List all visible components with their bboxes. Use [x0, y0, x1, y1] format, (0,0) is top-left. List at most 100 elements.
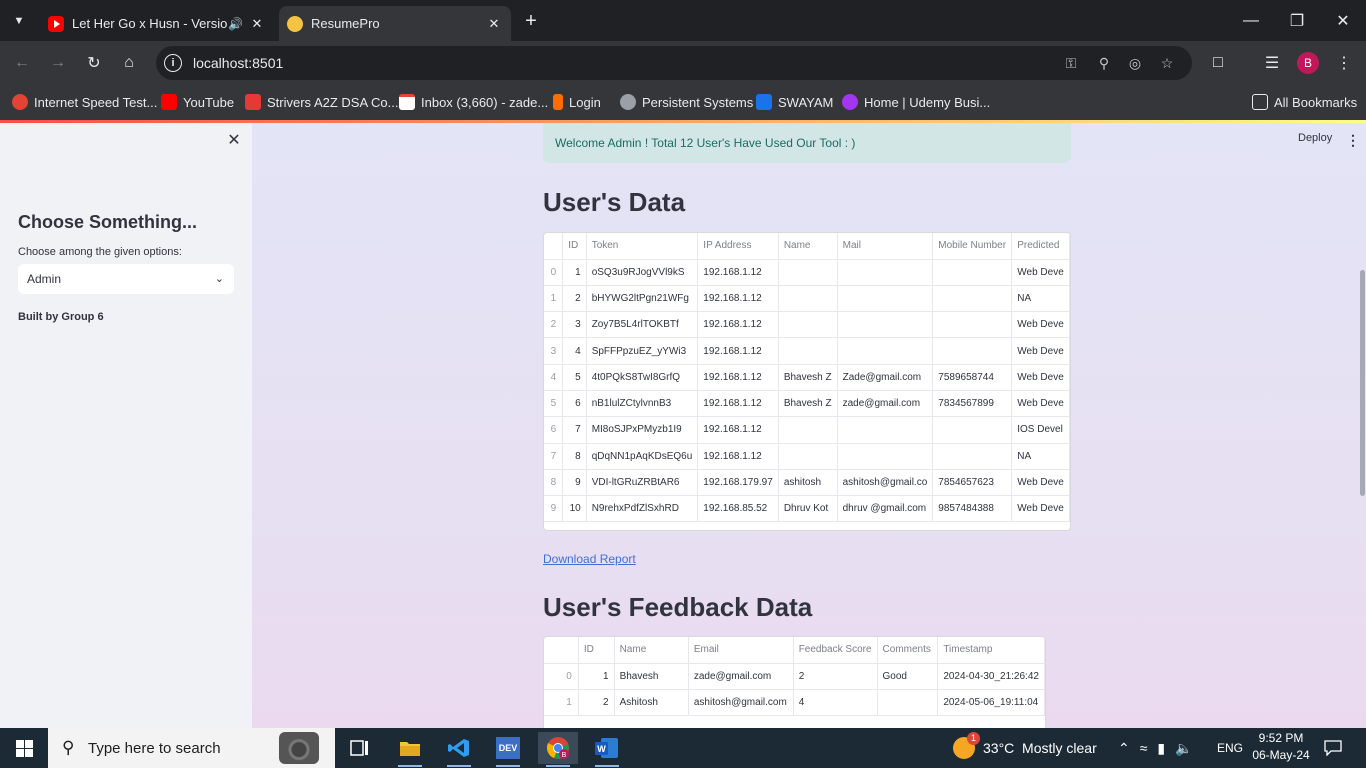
tracking-eye-icon[interactable]: ◎ — [1124, 52, 1146, 74]
row-index[interactable]: 7 — [544, 443, 564, 470]
row-index[interactable]: 6 — [544, 416, 564, 444]
main-menu-icon[interactable]: ⋮ — [1346, 132, 1360, 149]
table-cell[interactable]: NA — [1011, 285, 1070, 313]
table-cell[interactable]: Bhavesh Z — [778, 364, 838, 391]
new-tab-button[interactable]: + — [519, 9, 543, 33]
table-cell[interactable]: Web Deve — [1011, 364, 1070, 391]
battery-icon[interactable]: ▮ — [1157, 740, 1165, 757]
table-cell[interactable] — [932, 416, 1013, 444]
extensions-icon[interactable]: □ — [1204, 49, 1232, 77]
table-cell[interactable]: 192.168.1.12 — [697, 285, 779, 313]
table-cell[interactable]: 192.168.85.52 — [697, 495, 779, 523]
user-row[interactable]: 0 1 oSQ3u9RJogVVl9kS 192.168.1.12 Web Deve — [544, 259, 1070, 286]
table-cell[interactable]: 192.168.1.12 — [697, 311, 779, 339]
table-cell[interactable]: 7834567899 — [932, 390, 1013, 418]
table-cell[interactable]: 192.168.1.12 — [697, 416, 779, 444]
table-cell[interactable]: Bhavesh Z — [778, 390, 838, 418]
table-cell[interactable]: IOS Devel — [1011, 416, 1070, 444]
wifi-icon[interactable]: ≈ — [1140, 740, 1148, 756]
feedback-row[interactable]: 1 2 Ashitosh ashitosh@gmail.com 4 2024-05-06_… — [544, 689, 1045, 717]
password-key-icon[interactable]: ⚿ — [1060, 52, 1082, 74]
table-cell[interactable] — [837, 285, 934, 313]
table-cell[interactable]: 1 — [578, 663, 615, 690]
zoom-icon[interactable]: ⚲ — [1093, 52, 1115, 74]
table-cell[interactable]: Web Deve — [1011, 390, 1070, 418]
table-cell[interactable]: 192.168.1.12 — [697, 259, 779, 286]
bookmark-swayam[interactable]: SWAYAM — [756, 92, 833, 112]
user-row[interactable]: 8 9 VDI-ltGRuZRBtAR6 192.168.179.97 ashitosh… — [544, 469, 1070, 497]
column-header[interactable]: Mail — [837, 233, 934, 260]
table-cell[interactable] — [837, 337, 934, 365]
download-report-link[interactable]: Download Report — [543, 552, 636, 566]
table-cell[interactable]: Dhruv Kot — [778, 495, 838, 523]
table-cell[interactable]: qDqNN1pAqKDsEQ6u — [586, 443, 699, 470]
table-cell[interactable]: Web Deve — [1011, 495, 1070, 523]
table-cell[interactable]: 7589658744 — [932, 364, 1013, 391]
bookmark-speedtest[interactable]: Internet Speed Test... — [12, 92, 157, 112]
word-icon[interactable]: W — [587, 732, 627, 767]
start-button[interactable] — [0, 728, 48, 768]
user-row[interactable]: 7 8 qDqNN1pAqKDsEQ6u 192.168.1.12 NA — [544, 443, 1070, 470]
all-bookmarks[interactable]: All Bookmarks — [1252, 92, 1357, 112]
column-header[interactable]: Email — [688, 637, 794, 664]
table-cell[interactable]: ashitosh@gmail.co — [837, 469, 934, 497]
table-cell[interactable] — [837, 311, 934, 339]
table-cell[interactable] — [778, 259, 838, 286]
table-cell[interactable]: Web Deve — [1011, 337, 1070, 365]
close-window-button[interactable]: ✕ — [1320, 0, 1366, 41]
table-cell[interactable]: 192.168.1.12 — [697, 337, 779, 365]
table-cell[interactable]: zade@gmail.com — [688, 663, 794, 690]
table-cell[interactable]: VDI-ltGRuZRBtAR6 — [586, 469, 699, 497]
table-cell[interactable] — [932, 443, 1013, 470]
bookmark-udemy[interactable]: Home | Udemy Busi... — [842, 92, 990, 112]
row-index[interactable]: 0 — [544, 663, 579, 690]
column-header[interactable] — [544, 637, 579, 664]
table-cell[interactable]: 2024-04-30_21:26:42 — [937, 663, 1045, 690]
close-tab-icon[interactable]: ✕ — [246, 16, 268, 32]
back-icon[interactable]: ← — [8, 49, 36, 77]
table-cell[interactable]: 9857484388 — [932, 495, 1013, 523]
task-view-icon[interactable] — [340, 732, 380, 764]
user-row[interactable]: 3 4 SpFFPpzuEZ_yYWi3 192.168.1.12 Web Deve — [544, 337, 1070, 365]
table-cell[interactable] — [778, 311, 838, 339]
forward-icon[interactable]: → — [44, 49, 72, 77]
table-cell[interactable]: 3 — [562, 311, 587, 339]
table-cell[interactable]: 2 — [562, 285, 587, 313]
table-cell[interactable]: 2024-05-06_19:11:04 — [937, 689, 1045, 717]
row-index[interactable]: 2 — [544, 311, 564, 339]
file-explorer-icon[interactable] — [390, 732, 430, 767]
reload-icon[interactable]: ↻ — [80, 49, 108, 77]
table-cell[interactable]: nB1lulZCtylvnnB3 — [586, 390, 699, 418]
table-cell[interactable]: ashitosh — [778, 469, 838, 497]
column-header[interactable]: IP Address — [697, 233, 779, 260]
media-control-icon[interactable]: ☰ — [1258, 49, 1286, 77]
row-index[interactable]: 8 — [544, 469, 564, 497]
vscode-icon[interactable] — [439, 732, 479, 767]
table-cell[interactable]: 1 — [562, 259, 587, 286]
table-cell[interactable]: 10 — [562, 495, 587, 523]
bookmark-login[interactable]: Login — [553, 92, 601, 112]
taskbar-clock[interactable]: 9:52 PM 06-May-24 — [1250, 730, 1312, 764]
table-cell[interactable] — [932, 337, 1013, 365]
table-cell[interactable]: zade@gmail.com — [837, 390, 934, 418]
chrome-taskbar-icon[interactable]: B — [538, 732, 578, 767]
minimize-button[interactable]: — — [1228, 0, 1274, 41]
chevron-up-icon[interactable]: ⌃ — [1118, 740, 1130, 757]
table-cell[interactable]: 5 — [562, 364, 587, 391]
row-index[interactable]: 0 — [544, 259, 564, 286]
weather-widget[interactable]: 1 33°C Mostly clear — [953, 728, 1097, 768]
table-cell[interactable]: 192.168.1.12 — [697, 364, 779, 391]
table-cell[interactable]: 2 — [578, 689, 615, 717]
column-header[interactable]: Feedback Score — [793, 637, 878, 664]
table-cell[interactable]: 192.168.1.12 — [697, 390, 779, 418]
column-header[interactable]: Name — [778, 233, 838, 260]
table-cell[interactable]: 4 — [562, 337, 587, 365]
volume-icon[interactable]: 🔈 — [1175, 740, 1192, 757]
table-cell[interactable] — [932, 285, 1013, 313]
tab-search-button[interactable]: ▼ — [6, 8, 32, 34]
url-text[interactable]: localhost:8501 — [193, 55, 283, 71]
close-tab-icon[interactable]: ✕ — [483, 16, 505, 32]
table-cell[interactable]: ashitosh@gmail.com — [688, 689, 794, 717]
dev-cpp-icon[interactable]: DEV — [488, 732, 528, 767]
table-cell[interactable]: 7 — [562, 416, 587, 444]
